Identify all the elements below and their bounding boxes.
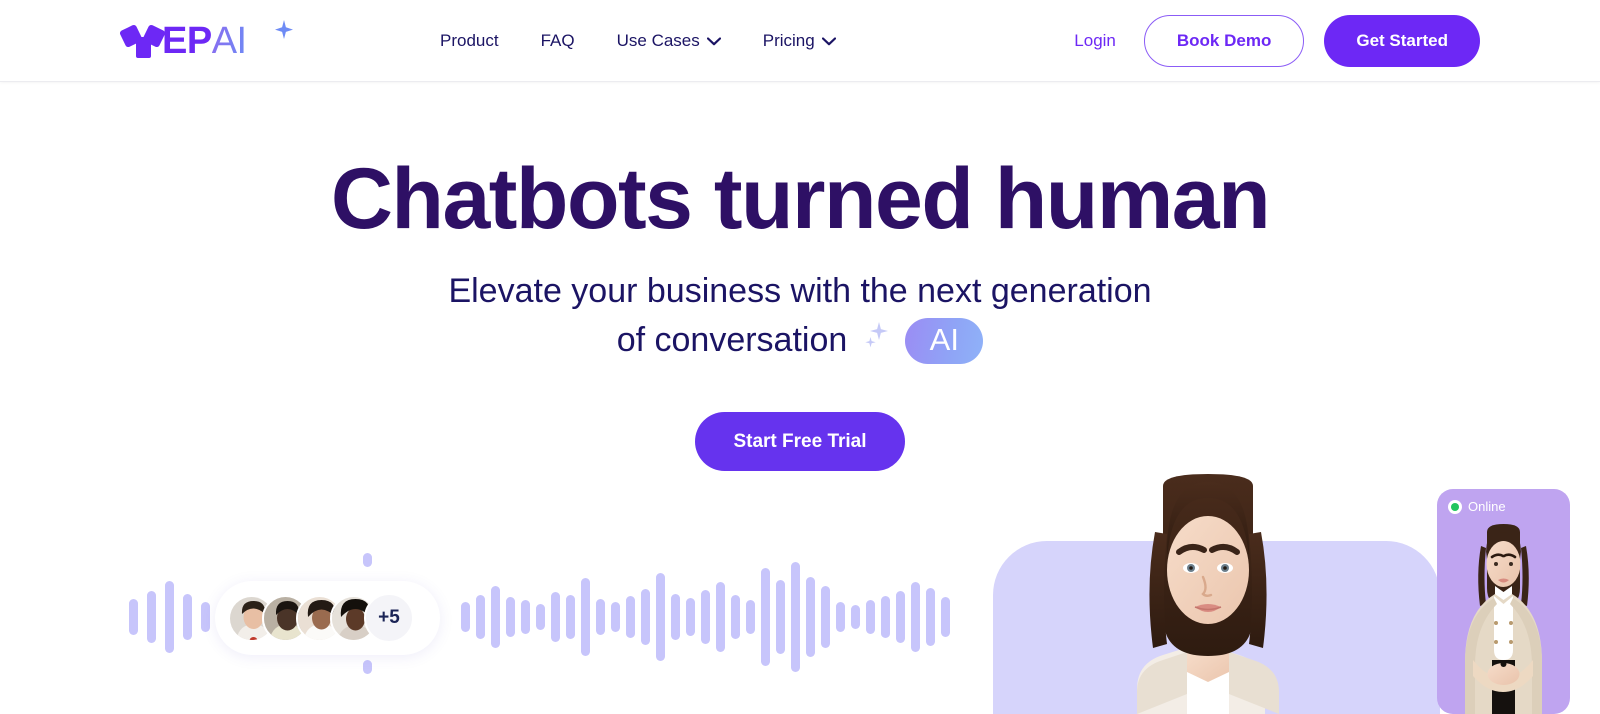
- waveform-bar: [926, 588, 935, 646]
- status-badge-label: Online: [1468, 499, 1506, 514]
- page-title: Chatbots turned human: [330, 151, 1271, 247]
- waveform-bar: [671, 594, 680, 640]
- waveform-bar: [836, 602, 845, 632]
- waveform-bar: [866, 600, 875, 634]
- nav-item-label: Product: [440, 31, 499, 50]
- nav-item-use-cases[interactable]: Use Cases: [617, 31, 721, 51]
- waveform-bar: [896, 591, 905, 643]
- chevron-down-icon: [706, 31, 721, 51]
- sparkle-icon: [272, 18, 296, 42]
- logo[interactable]: EP AI: [118, 14, 293, 68]
- waveform-bar: [716, 582, 725, 652]
- avatar-overflow-count: +5: [364, 593, 414, 643]
- header-actions: Login Book Demo Get Started: [1066, 0, 1480, 82]
- waveform-bar: [201, 602, 210, 632]
- get-started-button[interactable]: Get Started: [1324, 15, 1480, 67]
- waveform-bar: [363, 660, 372, 674]
- waveform-bar: [566, 595, 575, 639]
- hero-subtitle-line2-row: of conversation AI: [0, 316, 1600, 365]
- waveform-bar: [165, 581, 174, 653]
- main-navigation: Product FAQ Use Cases Pricing: [440, 0, 836, 82]
- status-badge: Online: [1448, 499, 1506, 514]
- waveform-bar: [941, 597, 950, 637]
- waveform-bar: [183, 594, 192, 640]
- waveform-bar: [731, 595, 740, 639]
- waveform-bar: [761, 568, 770, 666]
- site-header: EP AI Product FAQ Use Cases Pricing Logi…: [0, 0, 1600, 82]
- waveform-bar: [656, 573, 665, 661]
- waveform-bar: [806, 577, 815, 657]
- waveform-bar: [551, 592, 560, 642]
- waveform-bar: [851, 605, 860, 629]
- waveform-bar: [686, 598, 695, 636]
- waveform-bar: [363, 553, 372, 567]
- nav-item-product[interactable]: Product: [440, 31, 499, 51]
- logo-text-ep: EP: [162, 20, 212, 62]
- ai-badge: AI: [905, 317, 984, 364]
- book-demo-button[interactable]: Book Demo: [1143, 15, 1305, 67]
- waveform-bar: [746, 600, 755, 634]
- waveform-bar: [129, 599, 138, 635]
- waveform-bar: [147, 591, 156, 643]
- nav-item-label: FAQ: [540, 31, 575, 50]
- waveform-bar: [776, 580, 785, 654]
- waveform-bar: [506, 597, 515, 637]
- audio-waveform: [0, 520, 990, 714]
- chevron-down-icon: [821, 31, 836, 51]
- hero-avatar-portrait: [1115, 474, 1301, 714]
- waveform-bar: [911, 582, 920, 652]
- waveform-bar: [881, 596, 890, 638]
- waveform-bar: [611, 602, 620, 632]
- nav-item-label: Pricing: [762, 31, 815, 50]
- waveform-bar: [701, 590, 710, 644]
- agent-avatar-portrait: [1437, 524, 1570, 714]
- hero-subtitle-line2: of conversation: [616, 321, 848, 360]
- social-proof-avatars[interactable]: +5: [215, 581, 440, 655]
- waveform-bar: [641, 589, 650, 645]
- waveform-bar: [476, 595, 485, 639]
- ai-agent-card[interactable]: Online: [1437, 489, 1570, 714]
- logo-text-ai: AI: [211, 20, 247, 62]
- waveform-bar: [461, 602, 470, 632]
- waveform-bar: [821, 586, 830, 648]
- nav-item-faq[interactable]: FAQ: [541, 31, 575, 51]
- waveform-bar: [491, 586, 500, 648]
- hero-subtitle-line1: Elevate your business with the next gene…: [448, 272, 1152, 310]
- waveform-bar: [596, 599, 605, 635]
- hero-cta-wrapper: Start Free Trial: [0, 412, 1600, 471]
- sparkles-icon: [859, 316, 893, 365]
- nav-item-pricing[interactable]: Pricing: [763, 31, 836, 51]
- waveform-bar: [521, 600, 530, 634]
- start-free-trial-button[interactable]: Start Free Trial: [695, 412, 905, 471]
- hero-subtitle: Elevate your business with the next gene…: [0, 267, 1600, 366]
- online-status-dot-icon: [1448, 499, 1462, 514]
- yep-logo-mark-icon: [118, 20, 167, 62]
- login-link[interactable]: Login: [1066, 31, 1124, 51]
- waveform-bar: [626, 596, 635, 638]
- waveform-bar: [536, 604, 545, 630]
- nav-item-label: Use Cases: [616, 31, 700, 50]
- waveform-bar: [791, 562, 800, 672]
- waveform-bar: [581, 578, 590, 656]
